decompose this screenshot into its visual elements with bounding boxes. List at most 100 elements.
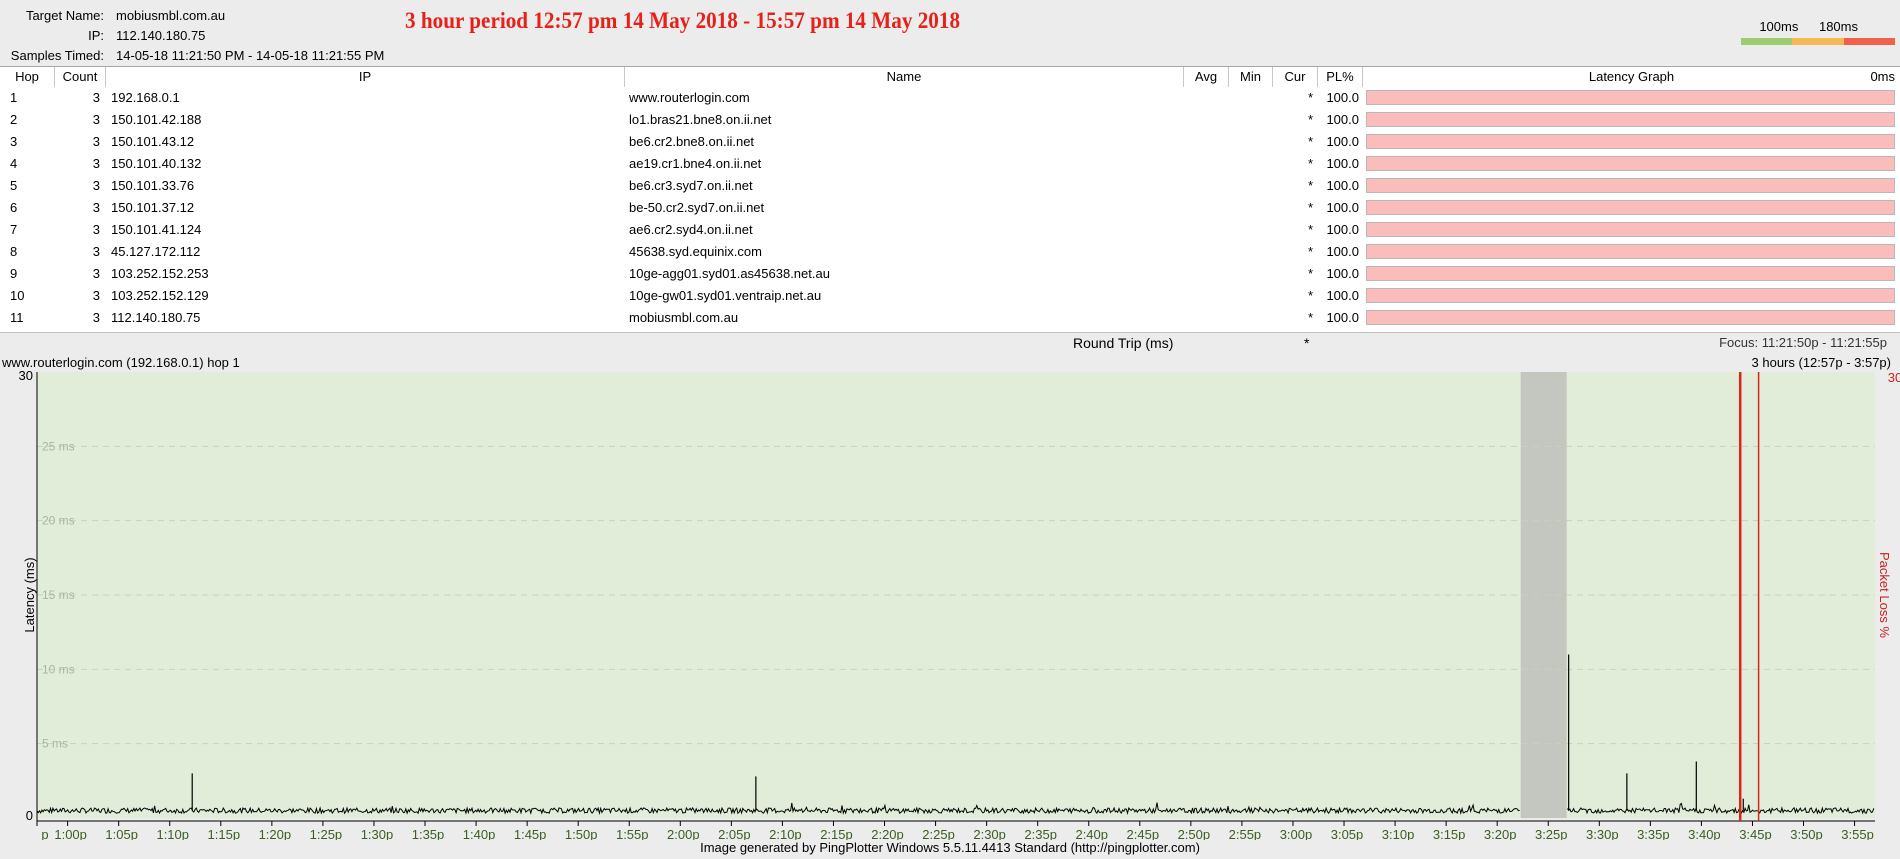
table-row[interactable]: 10 3 103.252.152.129 10ge-gw01.syd01.ventra… (0, 285, 1900, 307)
cell-cur: * (1307, 90, 1313, 105)
cell-count: 3 (92, 200, 100, 215)
samples-label: Samples Timed: (10, 48, 104, 63)
cell-cur: * (1307, 134, 1313, 149)
legend-180ms: 180ms (1818, 19, 1858, 34)
table-body: 1 3 192.168.0.1 www.routerlogin.com * 100.0 2 3… (0, 87, 1900, 332)
cell-min (1229, 307, 1269, 329)
col-count[interactable]: Count (55, 67, 106, 87)
focus-range: Focus: 11:21:50p - 11:21:55p (1719, 335, 1887, 350)
x-tick-label: 2:35p (1024, 827, 1057, 840)
cell-name: be6.cr2.bne8.on.ii.net (629, 134, 755, 149)
cell-avg (1184, 307, 1224, 329)
cell-cur: * (1307, 200, 1313, 215)
latency-graph-bar (1366, 90, 1895, 105)
cell-avg (1184, 285, 1224, 307)
y2-axis-title: Packet Loss % (1877, 552, 1892, 638)
cell-pl: 100.0 (1326, 200, 1359, 215)
table-row[interactable]: 5 3 150.101.33.76 be6.cr3.syd7.on.ii.net * 10… (0, 175, 1900, 197)
x-tick-label: 3:35p (1637, 827, 1670, 840)
cell-hop: 4 (10, 156, 18, 171)
cell-count: 3 (92, 288, 100, 303)
legend-color-high (1843, 38, 1895, 45)
x-tick-label: 1:10p (156, 827, 189, 840)
x-tick-label: 1:45p (514, 827, 547, 840)
col-pl[interactable]: PL% (1318, 67, 1363, 87)
col-hop[interactable]: Hop (0, 67, 55, 87)
cell-count: 3 (92, 90, 100, 105)
y-tick-label: 5 ms (42, 737, 68, 751)
cell-name: 10ge-agg01.syd01.as45638.net.au (629, 266, 830, 281)
y-tick-label: 10 ms (42, 662, 75, 676)
samples-value: 14-05-18 11:21:50 PM - 14-05-18 11:21:55… (116, 48, 385, 63)
x-tick-label: 2:55p (1229, 827, 1262, 840)
table-row[interactable]: 8 3 45.127.172.112 45638.syd.equinix.com * 10… (0, 241, 1900, 263)
cell-pl: 100.0 (1326, 156, 1359, 171)
cell-min (1229, 109, 1269, 131)
col-min[interactable]: Min (1229, 67, 1273, 87)
cell-min (1229, 241, 1269, 263)
table-row[interactable]: 2 3 150.101.42.188 lo1.bras21.bne8.on.ii.ne… (0, 109, 1900, 131)
target-name-label: Target Name: (25, 8, 104, 23)
col-latency-graph[interactable]: Latency Graph (1363, 67, 1900, 87)
x-tick-label: 3:20p (1484, 827, 1517, 840)
x-tick-label: 3:25p (1535, 827, 1568, 840)
cell-cur: * (1307, 310, 1313, 325)
y-tick-label: 30 (19, 368, 33, 383)
cell-hop: 1 (10, 90, 18, 105)
y-tick-label: 20 ms (42, 514, 75, 528)
cell-min (1229, 153, 1269, 175)
cell-min (1229, 197, 1269, 219)
table-row[interactable]: 1 3 192.168.0.1 www.routerlogin.com * 100.0 (0, 87, 1900, 109)
col-avg[interactable]: Avg (1184, 67, 1229, 87)
table-row[interactable]: 3 3 150.101.43.12 be6.cr2.bne8.on.ii.net * 10… (0, 131, 1900, 153)
cell-count: 3 (92, 178, 100, 193)
x-tick-label: 3:50p (1790, 827, 1823, 840)
cell-min (1229, 131, 1269, 153)
period-banner: 3 hour period 12:57 pm 14 May 2018 - 15:… (405, 8, 961, 33)
latency-chart[interactable]: 0 5 ms 10 ms 15 ms 20 ms 25 ms 30 Latency (ms) 3… (0, 368, 1900, 840)
x-tick-label: 1:30p (361, 827, 394, 840)
cell-hop: 2 (10, 112, 18, 127)
ip-value: 112.140.180.75 (116, 28, 206, 43)
table-header: Hop Count IP Name Avg Min Cur PL% Latenc… (0, 66, 1900, 88)
cell-cur: * (1307, 222, 1313, 237)
latency-graph-bar (1366, 112, 1895, 127)
cell-pl: 100.0 (1326, 134, 1359, 149)
cell-avg (1184, 153, 1224, 175)
cell-cur: * (1307, 288, 1313, 303)
x-tick-label: 1:05p (105, 827, 138, 840)
cell-min (1229, 175, 1269, 197)
cell-name: ae6.cr2.syd4.on.ii.net (629, 222, 753, 237)
cell-hop: 7 (10, 222, 18, 237)
x-tick-label: 2:40p (1075, 827, 1108, 840)
latency-graph-bar (1366, 178, 1895, 193)
y2-tick-label: 30 (1888, 370, 1900, 385)
table-row[interactable]: 4 3 150.101.40.132 ae19.cr1.bne4.on.ii.net *… (0, 153, 1900, 175)
latency-graph-bar (1366, 266, 1895, 281)
cell-ip: 150.101.33.76 (111, 178, 195, 193)
cell-ip: 150.101.40.132 (111, 156, 202, 171)
col-cur[interactable]: Cur (1273, 67, 1318, 87)
col-ip[interactable]: IP (106, 67, 625, 87)
x-tick-label: 1:50p (565, 827, 598, 840)
x-tick-label: 1:40p (463, 827, 496, 840)
col-name[interactable]: Name (625, 67, 1184, 87)
legend-color-mid (1792, 38, 1844, 45)
target-name-value: mobiusmbl.com.au (116, 8, 226, 23)
x-tick-label: 2:05p (718, 827, 751, 840)
cell-pl: 100.0 (1326, 266, 1359, 281)
y-tick-label: 25 ms (42, 439, 75, 453)
cell-hop: 9 (10, 266, 18, 281)
cell-min (1229, 285, 1269, 307)
cell-min (1229, 263, 1269, 285)
table-row[interactable]: 11 3 112.140.180.75 mobiusmbl.com.au * 100.0 (0, 307, 1900, 329)
cell-ip: 150.101.41.124 (111, 222, 202, 237)
x-tick-label: 3:45p (1739, 827, 1772, 840)
table-row[interactable]: 7 3 150.101.41.124 ae6.cr2.syd4.on.ii.net * 1… (0, 219, 1900, 241)
table-row[interactable]: 6 3 150.101.37.12 be-50.cr2.syd7.on.ii.net *… (0, 197, 1900, 219)
target-info-header: Target Name: mobiusmbl.com.au IP: 112.14… (0, 0, 1900, 66)
cell-hop: 10 (10, 288, 25, 303)
latency-legend-bar (1741, 38, 1895, 45)
cell-count: 3 (92, 134, 100, 149)
table-row[interactable]: 9 3 103.252.152.253 10ge-agg01.syd01.as4563… (0, 263, 1900, 285)
